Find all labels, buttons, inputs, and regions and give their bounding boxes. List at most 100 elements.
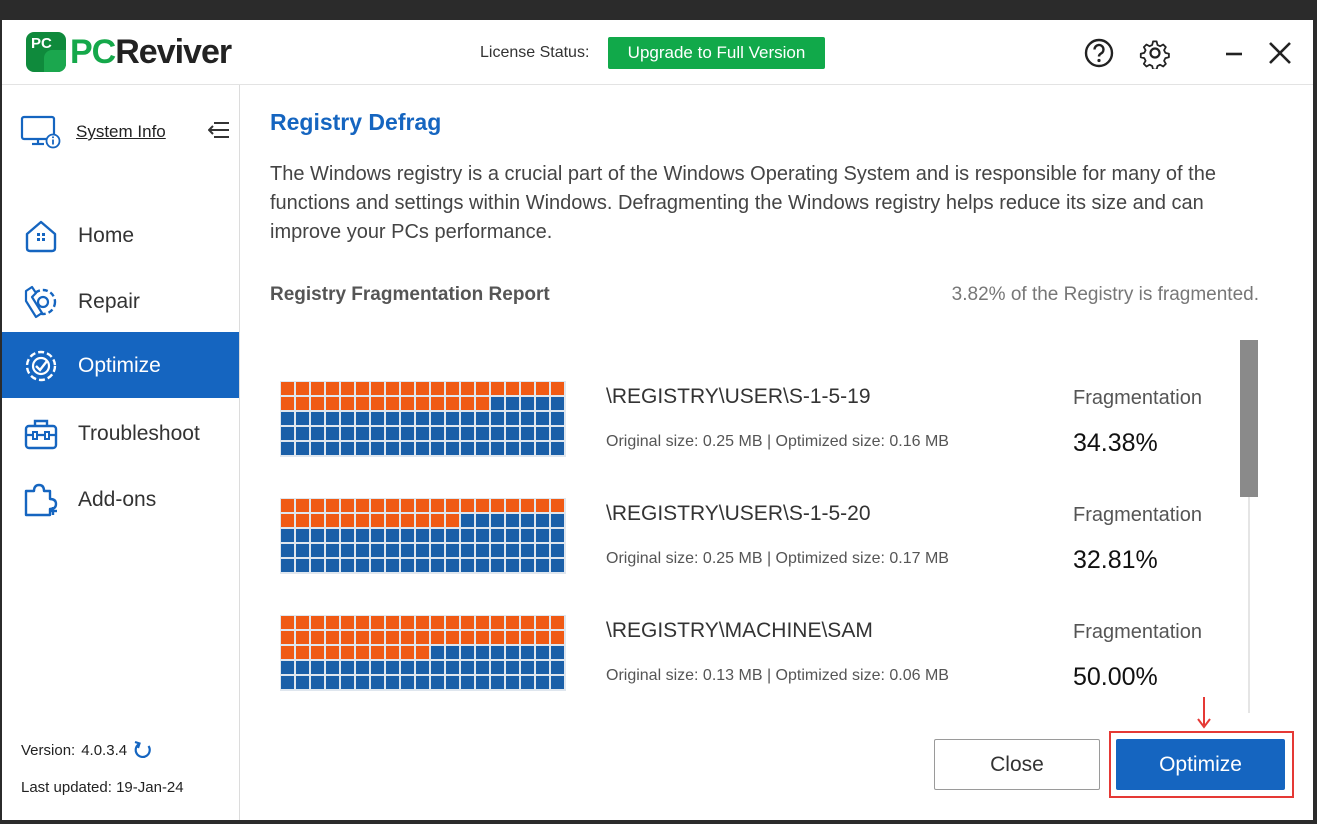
defragmented-block: [431, 661, 444, 674]
fragmented-block: [461, 499, 474, 512]
defragmented-block: [461, 427, 474, 440]
fragmented-block: [296, 397, 309, 410]
defragmented-block: [386, 442, 399, 455]
defragmented-block: [401, 412, 414, 425]
license-status-label: License Status:: [480, 44, 590, 61]
defragmented-block: [476, 427, 489, 440]
defragmented-block: [311, 427, 324, 440]
sidebar-item-optimize[interactable]: Optimize: [2, 332, 239, 398]
fragmented-block: [371, 382, 384, 395]
defragmented-block: [491, 676, 504, 689]
fragmented-block: [446, 631, 459, 644]
sidebar-item-label: Optimize: [78, 354, 161, 377]
close-button[interactable]: Close: [934, 739, 1100, 790]
defragmented-block: [461, 676, 474, 689]
defragmented-block: [551, 514, 564, 527]
defragmented-block: [431, 427, 444, 440]
defragmented-block: [521, 412, 534, 425]
defragmented-block: [506, 514, 519, 527]
sidebar-item-add-ons[interactable]: Add-ons: [2, 466, 239, 532]
upgrade-button[interactable]: Upgrade to Full Version: [608, 37, 825, 69]
defragmented-block: [506, 661, 519, 674]
defragmented-block: [491, 559, 504, 572]
optimize-button[interactable]: Optimize: [1116, 739, 1285, 790]
fragmented-block: [431, 514, 444, 527]
defragmented-block: [551, 676, 564, 689]
monitor-info-icon: [20, 115, 61, 149]
fragmented-block: [281, 499, 294, 512]
main-content: Registry Defrag The Windows registry is …: [240, 85, 1313, 820]
fragmented-block: [521, 499, 534, 512]
defragmented-block: [506, 544, 519, 557]
defragmented-block: [506, 529, 519, 542]
defragmented-block: [401, 442, 414, 455]
fragmentation-grid: [280, 615, 566, 691]
help-icon[interactable]: [1083, 37, 1115, 69]
scrollbar[interactable]: [1240, 340, 1258, 713]
refresh-icon[interactable]: [133, 740, 153, 760]
fragmentation-label: Fragmentation: [1073, 387, 1202, 409]
fragmented-block: [446, 382, 459, 395]
defragmented-block: [536, 442, 549, 455]
defragmented-block: [491, 529, 504, 542]
fragmented-block: [281, 514, 294, 527]
minimize-icon[interactable]: [1220, 37, 1252, 69]
fragmented-block: [326, 616, 339, 629]
defragmented-block: [551, 559, 564, 572]
defragmented-block: [341, 442, 354, 455]
defragmented-block: [521, 676, 534, 689]
defragmented-block: [341, 559, 354, 572]
defragmented-block: [356, 544, 369, 557]
defragmented-block: [521, 646, 534, 659]
fragmentation-value: 50.00%: [1073, 663, 1158, 691]
defragmented-block: [551, 646, 564, 659]
fragmented-block: [296, 646, 309, 659]
defragmented-block: [446, 646, 459, 659]
scrollbar-thumb[interactable]: [1240, 340, 1258, 497]
title-bar: PC PCReviver License Status: Upgrade to …: [2, 20, 1313, 85]
sidebar-item-home[interactable]: Home: [2, 202, 239, 268]
defragmented-block: [296, 412, 309, 425]
defragmented-block: [296, 559, 309, 572]
fragmented-block: [281, 382, 294, 395]
fragmented-block: [521, 616, 534, 629]
defragmented-block: [416, 559, 429, 572]
defragmented-block: [431, 442, 444, 455]
defragmented-block: [446, 559, 459, 572]
defragmented-block: [431, 412, 444, 425]
registry-sizes: Original size: 0.13 MB | Optimized size:…: [606, 667, 949, 684]
defragmented-block: [356, 412, 369, 425]
fragmented-block: [356, 514, 369, 527]
fragmented-block: [311, 616, 324, 629]
defragmented-block: [506, 427, 519, 440]
collapse-menu-icon[interactable]: [208, 120, 230, 140]
defragmented-block: [281, 661, 294, 674]
fragmented-block: [476, 382, 489, 395]
defragmented-block: [476, 676, 489, 689]
fragmented-block: [296, 514, 309, 527]
fragmented-block: [476, 616, 489, 629]
close-window-icon[interactable]: [1264, 37, 1296, 69]
fragmentation-label: Fragmentation: [1073, 621, 1202, 643]
defragmented-block: [446, 661, 459, 674]
settings-gear-icon[interactable]: [1139, 37, 1171, 69]
defragmented-block: [371, 559, 384, 572]
defragmented-block: [476, 544, 489, 557]
system-info-link[interactable]: System Info: [20, 115, 166, 149]
fragmented-block: [341, 499, 354, 512]
home-icon: [25, 220, 57, 253]
sidebar-item-repair[interactable]: Repair: [2, 268, 239, 334]
fragmented-block: [386, 397, 399, 410]
defragmented-block: [386, 676, 399, 689]
fragmented-block: [281, 646, 294, 659]
defragmented-block: [341, 427, 354, 440]
fragmented-block: [386, 646, 399, 659]
defragmented-block: [326, 427, 339, 440]
defragmented-block: [416, 676, 429, 689]
defragmented-block: [296, 661, 309, 674]
sidebar-item-troubleshoot[interactable]: Troubleshoot: [2, 400, 239, 466]
defragmented-block: [326, 559, 339, 572]
fragmented-block: [311, 514, 324, 527]
fragmented-block: [326, 499, 339, 512]
app-logo: PC PCReviver: [26, 32, 232, 72]
